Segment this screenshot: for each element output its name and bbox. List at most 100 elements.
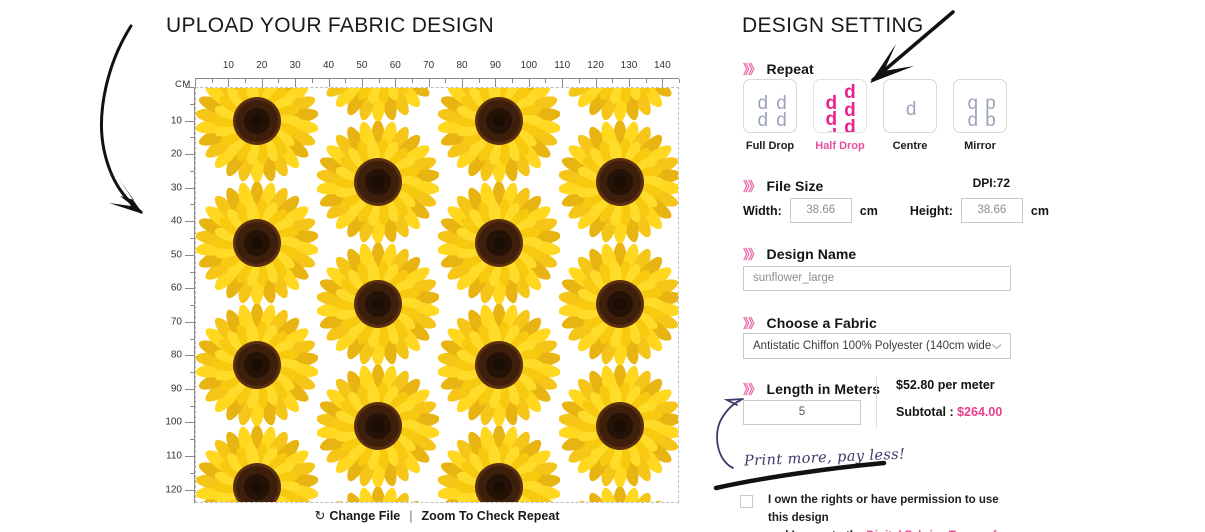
repeat-option-tile[interactable]: dddd (743, 79, 797, 133)
zoom-to-check-repeat-button[interactable]: Zoom To Check Repeat (422, 509, 560, 523)
repeat-glyph: d (844, 117, 856, 133)
repeat-heading: Repeat (766, 61, 814, 77)
length-input[interactable]: 5 (743, 400, 861, 425)
repeat-glyph: b (985, 110, 996, 132)
ruler-tick-label: 120 (165, 484, 182, 496)
repeat-section-header: 》》 Repeat (743, 59, 814, 78)
repeat-option-tile[interactable]: d (883, 79, 937, 133)
ruler-tick (645, 79, 647, 83)
chevron-icon: 》》 (743, 382, 761, 397)
height-label: Height: (909, 203, 953, 218)
ruler-tick-label: 60 (170, 282, 182, 294)
ruler-tick-label: 140 (653, 60, 671, 71)
sunflower-motif (196, 426, 318, 502)
fabric-select[interactable]: Antistatic Chiffon 100% Polyester (140cm… (743, 333, 1011, 359)
ruler-tick (185, 120, 194, 122)
sunflower-motif (317, 88, 439, 121)
choose-fabric-section-header: 》》 Choose a Fabric (743, 313, 877, 332)
repeat-option-label: Full Drop (745, 140, 795, 152)
terms-row: I own the rights or have permission to u… (740, 492, 1013, 532)
length-section-header: 》》 Length in Meters (743, 379, 880, 398)
ruler-tick (185, 489, 194, 491)
repeat-option-label: Centre (892, 140, 928, 152)
repeat-option-centre[interactable]: d Centre (883, 79, 937, 152)
subtotal: Subtotal : $264.00 (896, 405, 1002, 419)
canvas-actions: ↻ Change File | Zoom To Check Repeat (195, 508, 679, 524)
repeat-option-half-drop[interactable]: ddddddHalf Drop (813, 79, 867, 152)
ruler-tick (578, 79, 580, 83)
ruler-tick (211, 79, 213, 83)
page-root: UPLOAD YOUR FABRIC DESIGN CM 10 20 30 40 50 6… (0, 0, 1205, 532)
sunflower-motif (559, 88, 678, 121)
promo-note: Print more, pay less! (743, 446, 906, 470)
ruler-tick-label: 20 (170, 148, 182, 160)
repeat-option-label: Mirror (964, 140, 996, 152)
ruler-tick (190, 103, 194, 105)
sunflower-motif (438, 88, 560, 182)
repeat-option-label: Half Drop (815, 140, 865, 152)
sunflower-motif (438, 304, 560, 426)
length-heading: Length in Meters (766, 381, 881, 397)
subtotal-label: Subtotal : (896, 405, 958, 419)
sunflower-motif (196, 304, 318, 426)
height-input[interactable]: 38.66 (960, 198, 1023, 223)
width-input[interactable]: 38.66 (789, 198, 852, 223)
file-size-fields: Width: 38.66 cm Height: 38.66 cm (743, 198, 1049, 223)
curved-arrow-up-icon (716, 398, 744, 469)
ruler-tick (190, 405, 194, 407)
terms-checkbox[interactable] (740, 495, 753, 508)
repeat-glyph: d (825, 127, 837, 132)
subtotal-value: $264.00 (957, 405, 1003, 419)
design-preview-canvas[interactable] (195, 87, 679, 503)
curved-arrow-down-icon (100, 24, 143, 214)
ruler-tick (190, 237, 194, 239)
ruler-tick (190, 137, 194, 139)
change-file-button[interactable]: ↻ Change File (315, 508, 401, 523)
repeat-glyph: d (776, 110, 787, 132)
ruler-tick (545, 79, 547, 83)
ruler-tick (190, 170, 194, 172)
repeat-option-full-drop[interactable]: d d d d Full Drop (743, 79, 797, 152)
ruler-tick-label: 90 (489, 60, 501, 71)
ruler-tick (612, 79, 614, 83)
terms-text: I own the rights or have permission to u… (768, 492, 1013, 532)
ruler-tick-label: 20 (256, 60, 268, 71)
ruler-tick (478, 79, 480, 83)
ruler-tick (190, 372, 194, 374)
ruler-tick-label: 100 (520, 60, 538, 71)
repeat-options: ddddFull DropddddddHalf DropdCentreqpdbM… (743, 79, 1007, 152)
repeat-option-tile[interactable]: qpdb (953, 79, 1007, 133)
design-name-input[interactable]: sunflower_large (743, 266, 1011, 291)
ruler-tick (185, 355, 194, 357)
sunflower-motif (196, 182, 318, 304)
sunflower-motif (559, 121, 678, 243)
ruler-tick (185, 422, 194, 424)
ruler-tick-label: 80 (456, 60, 468, 71)
ruler-tick (185, 456, 194, 458)
sunflower-motif (559, 487, 678, 502)
ruler-tick (190, 204, 194, 206)
ruler-tick-label: 110 (166, 450, 182, 462)
ruler-tick-label: 50 (170, 249, 182, 261)
design-name-heading: Design Name (766, 246, 857, 262)
ruler-tick-label: 110 (554, 60, 571, 71)
ruler-tick (185, 154, 194, 156)
pattern-column (317, 88, 439, 502)
ruler-tick (190, 271, 194, 273)
fabric-selected-value: Antistatic Chiffon 100% Polyester (140cm… (753, 340, 991, 352)
chevron-icon: 》》 (743, 316, 761, 331)
ruler-left-numbers: 10 20 30 40 50 60 70 80 90 100 110 120 (160, 87, 182, 503)
sunflower-motif (196, 88, 318, 182)
ruler-tick (411, 79, 413, 83)
chevron-icon: 》》 (743, 247, 761, 262)
ruler-tick-label: 80 (170, 349, 182, 361)
repeat-glyph: d (757, 110, 769, 132)
ruler-tick (345, 79, 347, 83)
sunflower-motif (317, 365, 439, 487)
file-size-section-header: 》》 File Size (743, 176, 823, 195)
repeat-option-mirror[interactable]: q p d b Mirror (953, 79, 1007, 152)
repeat-option-tile[interactable]: dddddd (813, 79, 867, 133)
chevron-icon: 》》 (743, 179, 761, 194)
chevron-down-icon (991, 343, 1002, 349)
ruler-tick (185, 221, 194, 223)
